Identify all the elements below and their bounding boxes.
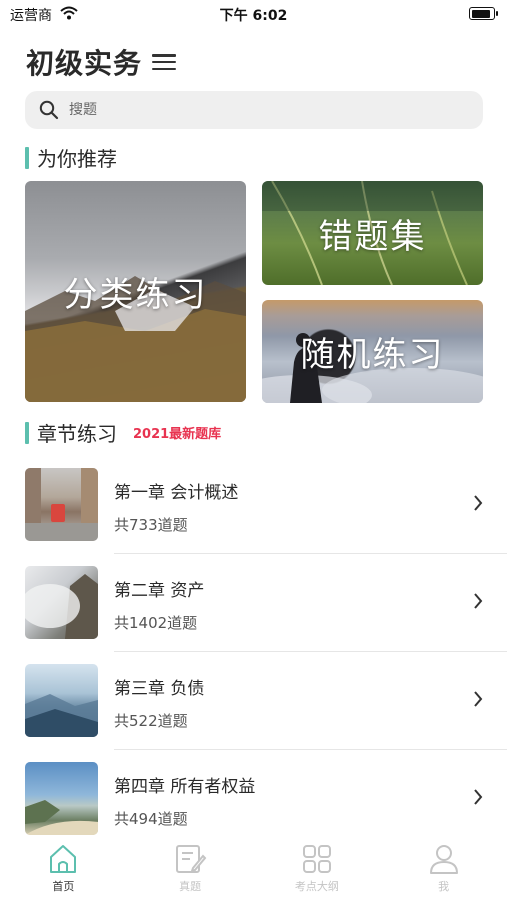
category-practice-label: 分类练习: [63, 275, 208, 315]
section-accent-bar: [25, 146, 29, 169]
category-practice-card[interactable]: 分类练习: [25, 181, 246, 402]
search-icon: [39, 100, 59, 120]
recommend-section-header: 为你推荐: [25, 143, 117, 172]
tab-label: 首页: [52, 880, 75, 893]
chapter-thumbnail: [25, 468, 98, 541]
chapter-question-count: 共522道题: [114, 712, 188, 730]
tab-home[interactable]: 首页: [0, 838, 127, 900]
chapter-question-count: 共733道题: [114, 516, 188, 534]
home-icon: [50, 845, 77, 873]
tab-label: 真题: [179, 880, 202, 893]
battery-icon: [469, 7, 498, 20]
chapter-title: 第四章 所有者权益: [114, 777, 256, 797]
tab-bar: 首页 真题 考点大纲 我: [0, 838, 507, 900]
tab-syllabus[interactable]: 考点大纲: [254, 838, 381, 900]
exam-edit-icon: [176, 845, 207, 873]
chevron-right-icon: [474, 789, 483, 805]
chevron-right-icon: [474, 691, 483, 707]
chapter-question-count: 共494道题: [114, 810, 188, 828]
menu-icon-line: [152, 67, 177, 70]
chapter-row-2[interactable]: 第二章 资产 共1402道题: [0, 554, 507, 652]
status-time: 下午 6:02: [219, 8, 288, 24]
menu-icon[interactable]: [152, 51, 177, 73]
tab-label: 我: [438, 880, 450, 893]
chapter-row-4[interactable]: 第四章 所有者权益 共494道题: [0, 750, 507, 848]
chapter-section-title: 章节练习: [37, 422, 117, 446]
tab-me[interactable]: 我: [380, 838, 507, 900]
chapter-thumbnail: [25, 664, 98, 737]
battery-level: [471, 9, 490, 18]
menu-icon-line: [152, 54, 177, 57]
recommend-section-title: 为你推荐: [37, 147, 117, 171]
random-practice-card[interactable]: 随机练习: [262, 300, 483, 403]
chapter-thumbnail: [25, 566, 98, 639]
chapter-thumbnail: [25, 762, 98, 835]
chapter-title: 第二章 资产: [114, 581, 205, 601]
chapter-row-1[interactable]: 第一章 会计概述 共733道题: [0, 456, 507, 554]
chapter-row-3[interactable]: 第三章 负债 共522道题: [0, 652, 507, 750]
chapter-question-count: 共1402道题: [114, 614, 198, 632]
chapter-title: 第三章 负债: [114, 679, 205, 699]
status-bar: 运营商 下午 6:02: [0, 0, 507, 28]
menu-icon-line: [152, 60, 177, 64]
user-icon: [429, 845, 458, 874]
wrong-questions-card[interactable]: 错题集: [262, 181, 483, 285]
section-accent-bar: [25, 421, 29, 444]
tab-past-exams[interactable]: 真题: [127, 838, 254, 900]
tab-label: 考点大纲: [294, 880, 339, 893]
question-bank-badge: 2021最新题库: [133, 427, 222, 442]
page-title: 初级实务: [26, 47, 143, 80]
wrong-questions-label: 错题集: [318, 216, 427, 257]
grid-icon: [302, 845, 331, 873]
chevron-right-icon: [474, 495, 483, 511]
chapter-title: 第一章 会计概述: [114, 483, 239, 503]
search-input[interactable]: [69, 102, 449, 118]
random-practice-label: 随机练习: [300, 335, 445, 375]
search-bar[interactable]: [25, 91, 483, 129]
chevron-right-icon: [474, 593, 483, 609]
chapter-section-header: 章节练习 2021最新题库: [25, 418, 221, 447]
header: 初级实务: [26, 42, 177, 82]
